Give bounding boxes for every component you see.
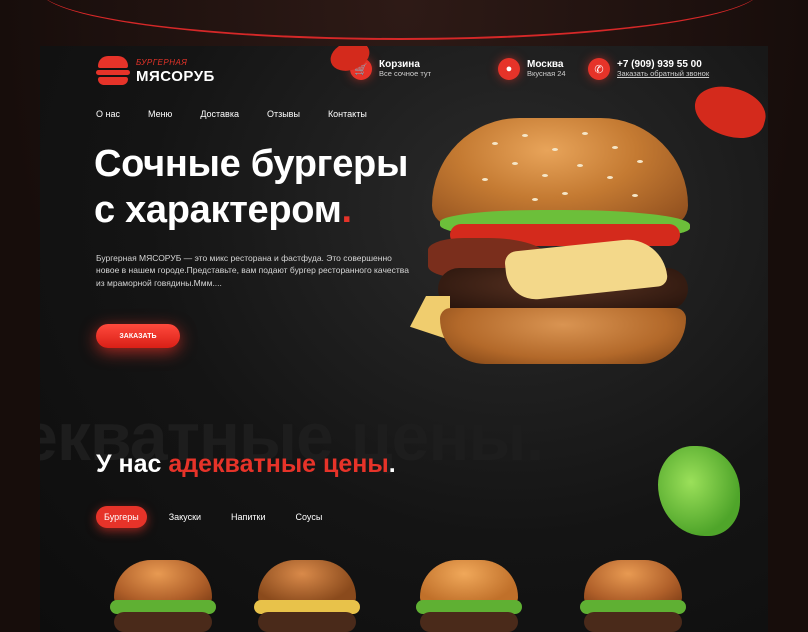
brand-logo[interactable]: БУРГЕРНАЯ МЯСОРУБ <box>96 56 215 86</box>
city-address: Вкусная 24 <box>527 69 566 79</box>
product-card-image[interactable] <box>254 560 360 632</box>
cart-subtitle: Все сочное тут <box>379 69 432 79</box>
callback-link[interactable]: Заказать обратный звонок <box>617 70 709 79</box>
main-nav: О нас Меню Доставка Отзывы Контакты <box>96 109 367 119</box>
tomato-slice-decor <box>689 79 768 145</box>
nav-item-reviews[interactable]: Отзывы <box>267 109 300 119</box>
nav-item-contacts[interactable]: Контакты <box>328 109 367 119</box>
location-icon: ● <box>498 58 520 80</box>
hero-title-line1: Сочные бургеры <box>94 143 409 185</box>
section-title-prefix: У нас <box>96 450 169 478</box>
lettuce-leaf-decor <box>658 446 740 536</box>
tab-burgers[interactable]: Бургеры <box>96 506 147 528</box>
brand-name: МЯСОРУБ <box>136 67 215 85</box>
hero-title: Сочные бургеры с характером. <box>94 142 408 233</box>
product-card-image[interactable] <box>110 560 216 632</box>
brand-subtitle: БУРГЕРНАЯ <box>136 57 188 67</box>
hero-title-line2: с характером <box>94 188 342 231</box>
nav-item-delivery[interactable]: Доставка <box>200 109 239 119</box>
tab-drinks[interactable]: Напитки <box>223 506 274 528</box>
hero-description: Бургерная МЯСОРУБ — это микс ресторана и… <box>96 253 409 288</box>
header-phone[interactable]: ✆ +7 (909) 939 55 00 Заказать обратный з… <box>588 58 709 80</box>
tab-sauces[interactable]: Соусы <box>288 506 331 528</box>
hero-title-dot: . <box>341 188 353 231</box>
section-title-dot: . <box>388 450 396 478</box>
section-title-accent: адекватные цены <box>168 450 389 478</box>
nav-item-about[interactable]: О нас <box>96 109 120 119</box>
nav-item-menu[interactable]: Меню <box>148 109 172 119</box>
menu-category-tabs: Бургеры Закуски Напитки Соусы <box>96 506 330 528</box>
product-card-image[interactable] <box>580 560 686 632</box>
phone-icon: ✆ <box>588 58 610 80</box>
product-card-image[interactable] <box>416 560 522 632</box>
order-button[interactable]: ЗАКАЗАТЬ <box>96 324 180 348</box>
header-city[interactable]: ● Москва Вкусная 24 <box>498 58 566 80</box>
hero-burger-image <box>410 118 700 368</box>
prices-section-title: У нас адекватные цены. <box>96 450 396 479</box>
landing-page: БУРГЕРНАЯ МЯСОРУБ 🛒 Корзина Все сочное т… <box>40 46 768 632</box>
burger-logo-icon <box>96 56 130 86</box>
tab-snacks[interactable]: Закуски <box>161 506 209 528</box>
